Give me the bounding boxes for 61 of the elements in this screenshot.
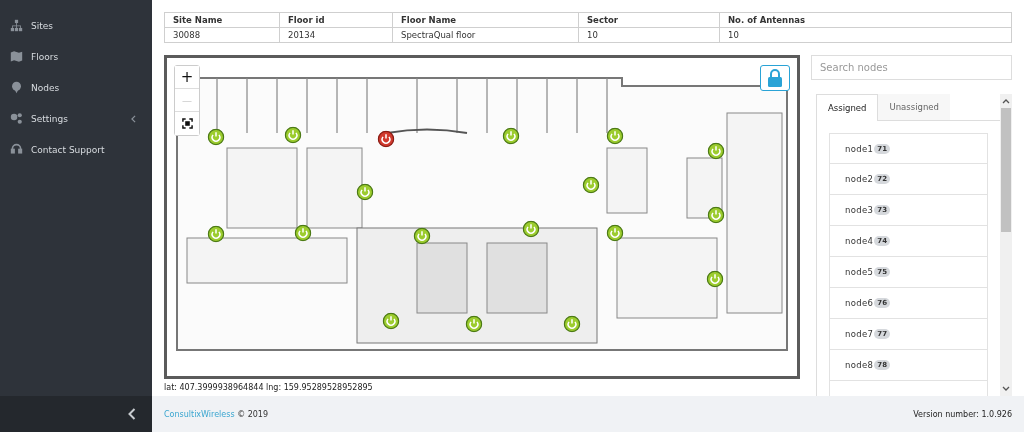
node-name: node5 [845,267,874,277]
sidebar-item[interactable]: Floors [0,41,152,72]
power-marker-icon[interactable] [284,126,302,144]
column-header: Site Name [164,12,280,28]
gears-icon [10,112,23,125]
sitemap-icon [10,19,23,32]
sidebar-item[interactable]: Sites [0,10,152,41]
power-marker-icon[interactable] [707,206,725,224]
node-name: node4 [845,236,874,246]
power-marker-icon[interactable] [606,224,624,242]
zoom-in-button[interactable]: + [175,66,199,89]
lock-button[interactable] [760,65,790,91]
pin-icon [10,81,23,94]
headset-icon [10,143,23,156]
column-header: Floor id [279,12,393,28]
version-text: Version number: 1.0.926 [913,409,1012,419]
node-name: node1 [845,143,874,154]
map-icon [10,50,23,63]
search-field[interactable]: Search nodes [811,55,1012,80]
power-marker-icon[interactable] [413,227,431,245]
scroll-down-icon[interactable] [1002,386,1010,392]
tab[interactable]: Unassigned [878,94,950,121]
scrollbar-thumb[interactable] [1001,108,1011,232]
fullscreen-icon [181,118,193,129]
sidebar-item[interactable]: Contact Support [0,134,152,165]
scrollbar[interactable] [1000,94,1012,396]
power-marker-icon[interactable] [377,130,395,148]
column-header: Sector [578,12,720,28]
power-marker-icon[interactable] [606,127,624,145]
column-header: No. of Antennas [719,12,1012,28]
sidebar-item[interactable]: Nodes [0,72,152,103]
power-marker-icon[interactable] [356,183,374,201]
node-name: node7 [845,329,874,339]
table-cell: 10 [578,27,720,43]
power-marker-icon[interactable] [294,224,312,242]
table-cell: SpectraQual floor [392,27,579,43]
table-cell: 10 [719,27,1012,43]
power-marker-icon[interactable] [382,312,400,330]
tab[interactable]: Assigned [816,94,879,121]
power-marker-icon[interactable] [502,127,520,145]
power-marker-icon[interactable] [582,176,600,194]
column-header: Floor Name [392,12,579,28]
scroll-up-icon[interactable] [1002,98,1010,104]
node-name: node3 [845,205,874,215]
chevron-icon [128,408,136,420]
node-name: node6 [845,298,874,308]
power-marker-icon[interactable] [563,315,581,333]
sidebar-item[interactable]: Settings [0,103,152,134]
table-cell: 30088 [164,27,280,43]
power-marker-icon[interactable] [465,315,483,333]
copyright-text: © 2019 [237,409,269,419]
node-name: node8 [845,360,874,370]
power-marker-icon[interactable] [522,220,540,238]
coordinates-text: lat: 407.3999938964844 lng: 159.95289528952895 [164,383,374,392]
power-marker-icon[interactable] [207,225,225,243]
power-marker-icon[interactable] [207,128,225,146]
power-marker-icon[interactable] [706,270,724,288]
node-name: node2 [845,174,874,184]
table-cell: 20134 [279,27,393,43]
power-marker-icon[interactable] [707,142,725,160]
lock-icon [767,69,783,87]
